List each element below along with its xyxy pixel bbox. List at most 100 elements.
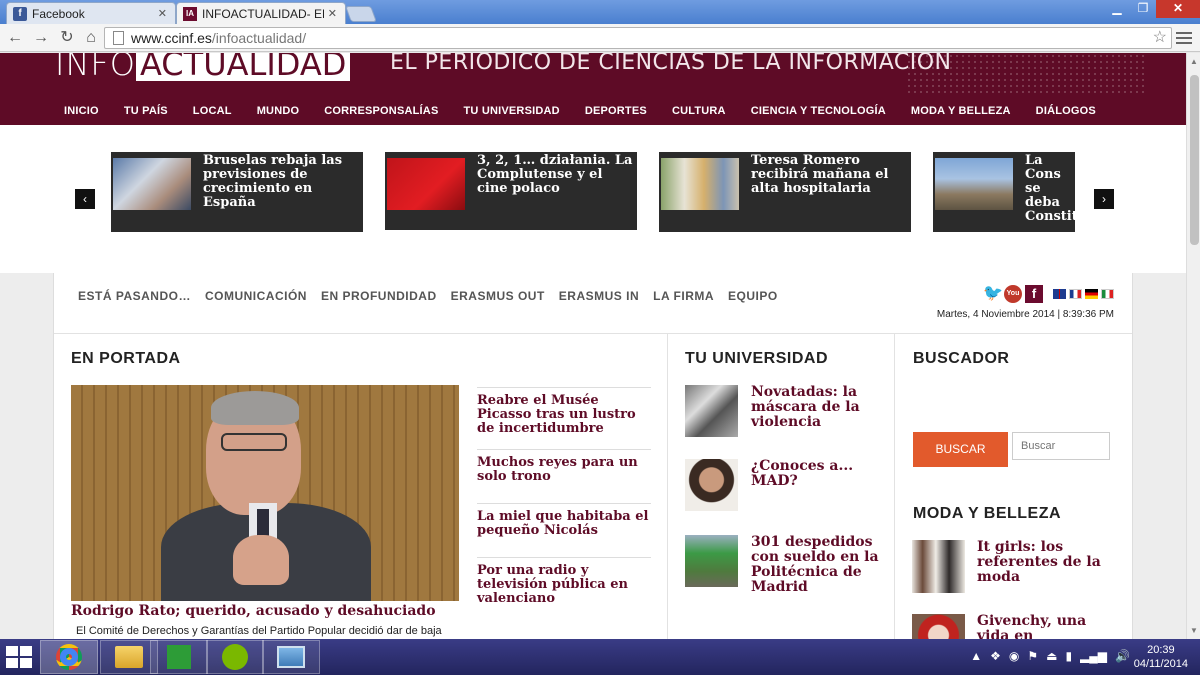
- nav-inicio[interactable]: INICIO: [64, 105, 99, 117]
- slider-prev-button[interactable]: ‹: [75, 189, 95, 209]
- main-content: ESTÁ PASANDO… COMUNICACIÓN EN PROFUNDIDA…: [53, 273, 1133, 639]
- list-item[interactable]: La miel que habitaba el pequeño Nicolás: [477, 503, 651, 557]
- usb-icon[interactable]: ⏏: [1046, 649, 1057, 663]
- site-logo[interactable]: INFO ACTUALIDAD: [55, 53, 351, 83]
- main-nav: INICIO TU PAÍS LOCAL MUNDO CORRESPONSALÍ…: [64, 105, 1121, 117]
- subnav-comunicacion[interactable]: COMUNICACIÓN: [205, 289, 307, 303]
- tray-expand-icon[interactable]: ▲: [970, 649, 982, 663]
- signal-icon[interactable]: ▂▄▆: [1080, 649, 1107, 663]
- taskbar-clock[interactable]: 20:39 04/11/2014: [1134, 643, 1188, 671]
- search-button[interactable]: BUSCAR: [913, 432, 1008, 467]
- subnav-equipo[interactable]: EQUIPO: [728, 289, 778, 303]
- dropbox-icon[interactable]: ❖: [990, 649, 1001, 663]
- store-taskbar-button[interactable]: [150, 640, 208, 674]
- section-heading-portada: EN PORTADA: [71, 350, 181, 367]
- scroll-up-icon[interactable]: ▲: [1190, 57, 1198, 66]
- address-bar[interactable]: www.ccinf.es/infoactualidad/ ☆: [104, 27, 1172, 49]
- back-icon[interactable]: ←: [4, 27, 26, 49]
- flag-germany-icon[interactable]: [1085, 289, 1098, 299]
- scroll-down-icon[interactable]: ▼: [1190, 626, 1198, 635]
- list-item[interactable]: Muchos reyes para un solo trono: [477, 449, 651, 503]
- spotify-taskbar-button[interactable]: [206, 640, 264, 674]
- scrollbar-thumb[interactable]: [1190, 75, 1199, 245]
- list-item[interactable]: It girls: los referentes de la moda: [912, 540, 1112, 600]
- slider-item[interactable]: 3, 2, 1… działania. La Complutense y el …: [385, 152, 637, 230]
- facebook-page-icon[interactable]: f: [1025, 285, 1043, 303]
- subnav-esta-pasando[interactable]: ESTÁ PASANDO…: [78, 289, 191, 303]
- search-input[interactable]: [1012, 432, 1110, 460]
- volume-icon[interactable]: 🔊: [1115, 649, 1130, 663]
- slider-next-button[interactable]: ›: [1094, 189, 1114, 209]
- article-thumbnail: [912, 540, 965, 593]
- subnav-erasmus-in[interactable]: ERASMUS IN: [559, 289, 639, 303]
- close-window-icon[interactable]: ✕: [1156, 0, 1200, 18]
- photos-taskbar-button[interactable]: [262, 640, 320, 674]
- battery-icon[interactable]: ▮: [1065, 649, 1072, 663]
- nav-tu-universidad[interactable]: TU UNIVERSIDAD: [464, 105, 560, 117]
- nav-cultura[interactable]: CULTURA: [672, 105, 726, 117]
- new-tab-button[interactable]: [345, 6, 377, 22]
- list-item[interactable]: Reabre el Musée Picasso tras un lustro d…: [477, 387, 651, 449]
- youtube-icon[interactable]: You Tube: [1004, 285, 1022, 315]
- slider-thumbnail: [661, 158, 739, 210]
- tab-infoactualidad[interactable]: IA INFOACTUALIDAD- EL PE ✕: [176, 2, 346, 24]
- clock-date: 04/11/2014: [1133, 658, 1188, 670]
- slider-item[interactable]: Bruselas rebaja las previsiones de creci…: [111, 152, 363, 232]
- list-item[interactable]: Novatadas: la máscara de la violencia: [685, 385, 885, 445]
- flag-icon[interactable]: ⚑: [1027, 649, 1038, 663]
- nav-dialogos[interactable]: DIÁLOGOS: [1036, 105, 1096, 117]
- list-item[interactable]: Por una radio y televisión pública en va…: [477, 557, 651, 617]
- logo-info: INFO: [55, 53, 136, 83]
- nav-tu-pais[interactable]: TU PAÍS: [124, 105, 168, 117]
- menu-icon[interactable]: [1176, 29, 1192, 47]
- flag-italy-icon[interactable]: [1101, 289, 1114, 299]
- scrollbar[interactable]: ▲ ▼: [1186, 53, 1200, 639]
- tab-facebook[interactable]: f Facebook ✕: [6, 2, 176, 24]
- slider-thumbnail: [935, 158, 1013, 210]
- maximize-icon[interactable]: ❐: [1130, 0, 1156, 18]
- forward-icon[interactable]: →: [30, 27, 52, 49]
- article-title: Novatadas: la máscara de la violencia: [751, 384, 860, 430]
- tab-title: Facebook: [32, 6, 85, 21]
- windows-start-icon[interactable]: [6, 646, 32, 668]
- nav-local[interactable]: LOCAL: [193, 105, 232, 117]
- nav-moda-belleza[interactable]: MODA Y BELLEZA: [911, 105, 1011, 117]
- feature-summary: El Comité de Derechos y Garantías del Pa…: [76, 625, 442, 637]
- twitter-icon[interactable]: 🐦: [983, 285, 1003, 303]
- slider-item[interactable]: La Cons se deba Constit: [933, 152, 1075, 232]
- news-slider: Bruselas rebaja las previsiones de creci…: [0, 125, 1186, 273]
- logo-actualidad: ACTUALIDAD: [135, 53, 351, 81]
- article-thumbnail: [685, 459, 738, 511]
- facebook-icon: f: [13, 6, 27, 21]
- section-heading-buscador: BUSCADOR: [913, 350, 1010, 367]
- minimize-icon[interactable]: ▁: [1104, 0, 1130, 18]
- skype-icon[interactable]: ◉: [1009, 649, 1019, 663]
- close-icon[interactable]: ✕: [158, 7, 167, 20]
- subnav-en-profundidad[interactable]: EN PROFUNDIDAD: [321, 289, 437, 303]
- nav-ciencia-tecnologia[interactable]: CIENCIA Y TECNOLOGÍA: [751, 105, 886, 117]
- slider-item[interactable]: Teresa Romero recibirá mañana el alta ho…: [659, 152, 911, 232]
- close-icon[interactable]: ✕: [328, 7, 337, 20]
- column-divider: [894, 333, 895, 639]
- home-icon[interactable]: ⌂: [80, 27, 102, 49]
- chrome-taskbar-button[interactable]: [40, 640, 98, 674]
- subnav-la-firma[interactable]: LA FIRMA: [653, 289, 714, 303]
- portada-list: Reabre el Musée Picasso tras un lustro d…: [477, 387, 651, 617]
- feature-image[interactable]: [71, 385, 459, 601]
- flag-france-icon[interactable]: [1069, 289, 1082, 299]
- nav-mundo[interactable]: MUNDO: [257, 105, 300, 117]
- list-item[interactable]: 301 despedidos con sueldo en la Politécn…: [685, 535, 885, 595]
- list-item[interactable]: ¿Conoces a... MAD?: [685, 459, 885, 519]
- page-viewport: INFO ACTUALIDAD EL PERIÓDICO DE CIENCIAS…: [0, 53, 1186, 639]
- secondary-nav: ESTÁ PASANDO… COMUNICACIÓN EN PROFUNDIDA…: [78, 289, 792, 303]
- feature-headline[interactable]: Rodrigo Rato; querido, acusado y desahuc…: [71, 603, 436, 619]
- nav-corresponsalias[interactable]: CORRESPONSALÍAS: [324, 105, 438, 117]
- article-thumbnail: [685, 535, 738, 587]
- nav-deportes[interactable]: DEPORTES: [585, 105, 647, 117]
- subnav-erasmus-out[interactable]: ERASMUS OUT: [451, 289, 545, 303]
- list-item[interactable]: Givenchy, una vida en exposición: [912, 614, 1112, 639]
- reload-icon[interactable]: ↻: [56, 27, 78, 49]
- flag-uk-icon[interactable]: [1053, 289, 1066, 299]
- tab-strip: f Facebook ✕ IA INFOACTUALIDAD- EL PE ✕ …: [0, 0, 1200, 24]
- bookmark-star-icon[interactable]: ☆: [1153, 28, 1167, 48]
